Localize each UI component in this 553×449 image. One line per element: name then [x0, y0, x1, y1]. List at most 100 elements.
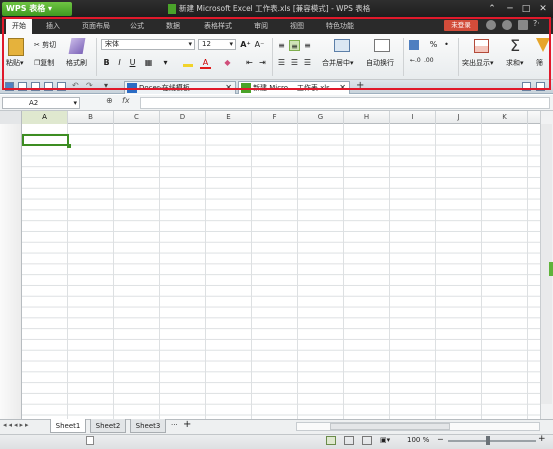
comma-style-icon[interactable]: • [441, 39, 452, 50]
export-pdf-icon[interactable] [57, 82, 66, 91]
align-middle-icon[interactable]: ≡ [289, 40, 300, 51]
align-right-icon[interactable]: ☰ [302, 57, 313, 68]
formula-input[interactable] [140, 97, 550, 109]
zoom-in-button[interactable]: + [538, 434, 546, 444]
close-button[interactable]: ✕ [535, 0, 551, 18]
sheet-tab-2[interactable]: Sheet2 [90, 419, 126, 433]
bold-button[interactable]: B [101, 57, 112, 68]
tab-menu-icon[interactable] [536, 82, 545, 91]
zoom-level[interactable]: 100 % [407, 436, 429, 444]
wrap-text-button[interactable]: 自动换行 [366, 58, 394, 68]
zoom-slider[interactable] [448, 440, 536, 442]
paste-icon[interactable] [8, 38, 24, 56]
column-header-e[interactable]: E [206, 111, 252, 124]
border-icon[interactable]: ▦ [143, 57, 154, 68]
more-sheets-button[interactable]: ··· [171, 421, 178, 429]
close-tab-icon[interactable]: ✕ [339, 82, 346, 94]
shirt-icon[interactable] [518, 20, 528, 30]
column-header-b[interactable]: B [68, 111, 114, 124]
cut-button[interactable]: ✂ 剪切 [34, 40, 56, 50]
tab-start[interactable]: 开始 [6, 18, 32, 34]
merge-center-button[interactable]: 合并居中▾ [322, 58, 354, 68]
indent-increase-icon[interactable]: ⇥ [257, 57, 268, 68]
active-cell[interactable] [22, 134, 71, 148]
tab-table-style[interactable]: 表格样式 [196, 18, 240, 34]
increase-decimal-icon[interactable]: ←.0 [410, 57, 421, 64]
doc-tab-docer[interactable]: Docer-在线模板 ✕ [124, 81, 236, 94]
column-header-k[interactable]: K [482, 111, 528, 124]
font-grow-button[interactable]: A⁺ [240, 39, 251, 50]
print-icon[interactable] [31, 82, 40, 91]
tab-view[interactable]: 视图 [284, 18, 310, 34]
column-header-c[interactable]: C [114, 111, 160, 124]
function-icon[interactable]: fx [122, 96, 130, 105]
tab-data[interactable]: 数据 [160, 18, 186, 34]
name-box[interactable]: A2 ▾ [2, 97, 80, 109]
sheet-tab-1[interactable]: Sheet1 [50, 419, 86, 433]
clear-format-icon[interactable]: ◆ [222, 57, 233, 68]
font-color-icon[interactable]: A [200, 57, 211, 69]
sum-icon[interactable]: Σ [510, 36, 520, 55]
undo-icon[interactable]: ↶ [72, 81, 79, 90]
wrap-text-icon[interactable] [374, 39, 390, 52]
page-break-view-icon[interactable] [362, 436, 372, 445]
column-header-a[interactable]: A [22, 111, 68, 124]
redo-icon[interactable]: ↷ [86, 81, 93, 90]
maximize-button[interactable]: □ [518, 0, 534, 18]
conditional-format-button[interactable]: 突出显示▾ [462, 58, 494, 68]
merge-center-icon[interactable] [334, 39, 350, 52]
tab-special-features[interactable]: 特色功能 [320, 18, 360, 34]
sum-button[interactable]: 求和▾ [506, 58, 524, 68]
filter-button[interactable]: 筛 [536, 58, 543, 68]
zoom-out-button[interactable]: ─ [438, 435, 443, 444]
italic-button[interactable]: I [114, 57, 125, 68]
decrease-decimal-icon[interactable]: .00 [424, 57, 434, 64]
column-header-d[interactable]: D [160, 111, 206, 124]
feedback-icon[interactable] [502, 20, 512, 30]
tab-page-layout[interactable]: 页面布局 [76, 18, 116, 34]
app-menu-button[interactable]: WPS 表格 ▾ [2, 2, 72, 16]
open-icon[interactable] [18, 82, 27, 91]
sheet-nav-icon[interactable]: ◂◂◂▸▸ [3, 421, 31, 429]
align-left-icon[interactable]: ☰ [276, 57, 287, 68]
print-preview-icon[interactable] [44, 82, 53, 91]
page-layout-view-icon[interactable] [344, 436, 354, 445]
font-shrink-button[interactable]: A⁻ [254, 39, 265, 50]
side-panel-handle[interactable] [549, 262, 553, 276]
column-header-h[interactable]: H [344, 111, 390, 124]
format-painter-button[interactable]: 格式刷 [66, 58, 87, 68]
login-button[interactable]: 未登录 [444, 20, 478, 31]
fill-color-icon[interactable] [183, 58, 193, 67]
font-size-select[interactable]: 12 ▾ [198, 39, 236, 50]
percent-button[interactable]: % [428, 39, 439, 50]
help-icon[interactable]: ?· [533, 19, 540, 28]
close-tab-icon[interactable]: ✕ [225, 82, 232, 94]
underline-button[interactable]: U [127, 57, 138, 68]
filter-icon[interactable] [536, 38, 550, 52]
tab-formula[interactable]: 公式 [124, 18, 150, 34]
copy-button[interactable]: ❐复制 [34, 58, 54, 68]
font-name-select[interactable]: 宋体 ▾ [101, 39, 195, 50]
normal-view-icon[interactable] [326, 436, 336, 445]
column-header-f[interactable]: F [252, 111, 298, 124]
paste-button[interactable]: 粘贴▾ [6, 58, 24, 68]
indent-decrease-icon[interactable]: ⇤ [244, 57, 255, 68]
sync-icon[interactable] [486, 20, 496, 30]
horizontal-scroll-thumb[interactable] [330, 423, 450, 430]
column-header-i[interactable]: I [390, 111, 436, 124]
column-header-g[interactable]: G [298, 111, 344, 124]
select-all-corner[interactable] [0, 111, 22, 124]
minimize-button[interactable]: ─ [502, 0, 518, 18]
save-icon[interactable] [5, 82, 14, 91]
tab-review[interactable]: 审阅 [248, 18, 274, 34]
highlight-cells-icon[interactable] [474, 39, 489, 53]
border-dropdown-icon[interactable]: ▾ [160, 57, 171, 68]
tab-list-icon[interactable] [522, 82, 531, 91]
reading-mode-icon[interactable]: ▣▾ [380, 436, 390, 444]
number-format-icon[interactable] [409, 40, 419, 50]
zoom-icon[interactable]: ⊕ [106, 96, 113, 105]
align-bottom-icon[interactable]: ≡ [302, 40, 313, 51]
align-center-icon[interactable]: ☰ [289, 57, 300, 68]
add-sheet-button[interactable]: + [183, 419, 191, 430]
zoom-slider-thumb[interactable] [486, 436, 490, 445]
